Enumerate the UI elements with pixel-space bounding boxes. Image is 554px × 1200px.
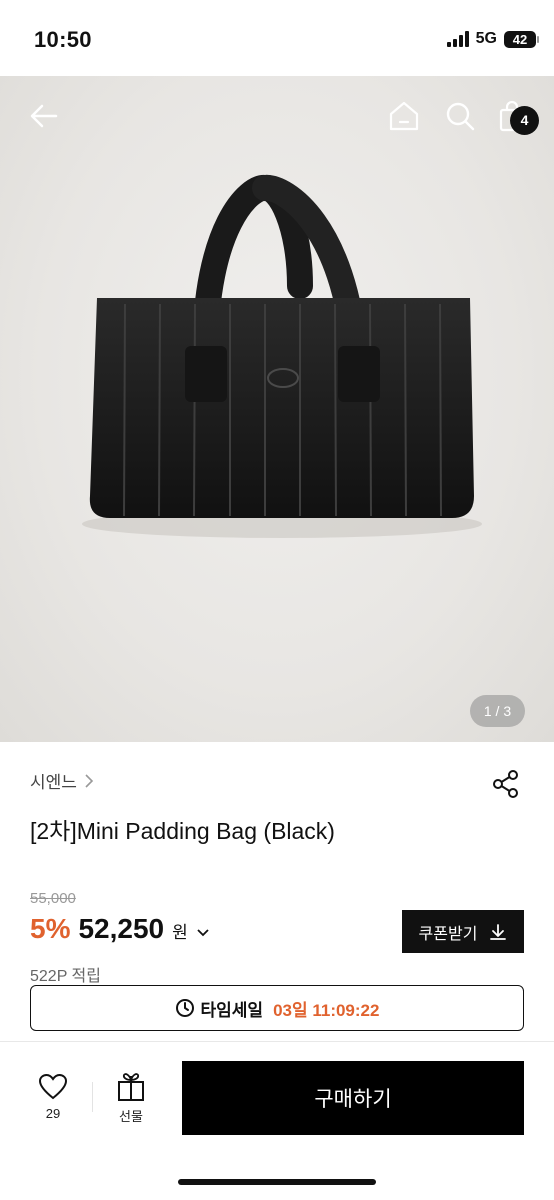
like-button[interactable]: 29 xyxy=(30,1074,76,1121)
separator xyxy=(92,1082,93,1112)
time-sale-label: 타임세일 xyxy=(200,1000,264,1020)
bottom-action-bar: 29 선물 구매하기 xyxy=(0,1042,554,1200)
discount-rate: 5% xyxy=(30,913,71,944)
price-row: 5% 52,250 원 xyxy=(30,913,210,945)
original-price: 55,000 xyxy=(30,890,76,907)
battery-level: 42 xyxy=(512,31,528,47)
gift-label: 선물 xyxy=(119,1109,143,1124)
signal-icon xyxy=(446,31,469,47)
heart-icon xyxy=(39,1074,67,1100)
chevron-right-icon xyxy=(85,773,94,788)
like-count: 29 xyxy=(45,1106,61,1121)
time-sale-countdown: 03일 11:09:22 xyxy=(273,1000,380,1020)
search-icon xyxy=(446,102,475,131)
share-button[interactable] xyxy=(490,768,522,800)
download-icon xyxy=(490,923,507,940)
back-button[interactable] xyxy=(24,96,64,136)
buy-button[interactable]: 구매하기 xyxy=(182,1061,524,1135)
search-button[interactable] xyxy=(440,96,480,136)
home-indicator xyxy=(178,1179,376,1185)
battery-icon: 42 xyxy=(504,30,539,48)
time-sale-banner: 타임세일 03일 11:09:22 xyxy=(30,985,524,1031)
currency-label: 원 xyxy=(172,923,188,942)
cart-count-badge: 4 xyxy=(510,106,539,135)
status-time: 10:50 xyxy=(34,27,92,52)
clock-icon xyxy=(175,999,194,1017)
chevron-down-icon xyxy=(197,929,209,937)
gift-button[interactable]: 선물 xyxy=(108,1072,154,1125)
coupon-label: 쿠폰받기 xyxy=(418,925,478,943)
status-indicators: 5G 42 xyxy=(446,30,539,48)
network-type: 5G xyxy=(475,30,497,47)
product-title: [2차]Mini Padding Bag (Black) xyxy=(30,818,335,844)
brand-link[interactable]: 시엔느 xyxy=(30,768,95,793)
price-detail-toggle[interactable] xyxy=(196,925,210,943)
reward-points: 522P 적립 xyxy=(30,968,101,985)
gallery-page-indicator: 1 / 3 xyxy=(470,695,525,727)
back-arrow-icon xyxy=(30,104,58,128)
home-icon xyxy=(389,101,419,131)
product-photo xyxy=(82,175,482,538)
brand-name: 시엔느 xyxy=(30,773,77,792)
status-bar: 10:50 5G 42 xyxy=(0,0,554,76)
product-image-gallery[interactable]: 4 1 / 3 xyxy=(0,76,554,742)
coupon-download-button[interactable]: 쿠폰받기 xyxy=(402,910,524,953)
home-button[interactable] xyxy=(384,96,424,136)
sale-price: 52,250 xyxy=(78,913,165,944)
share-icon xyxy=(493,770,518,798)
gift-icon xyxy=(118,1073,144,1101)
